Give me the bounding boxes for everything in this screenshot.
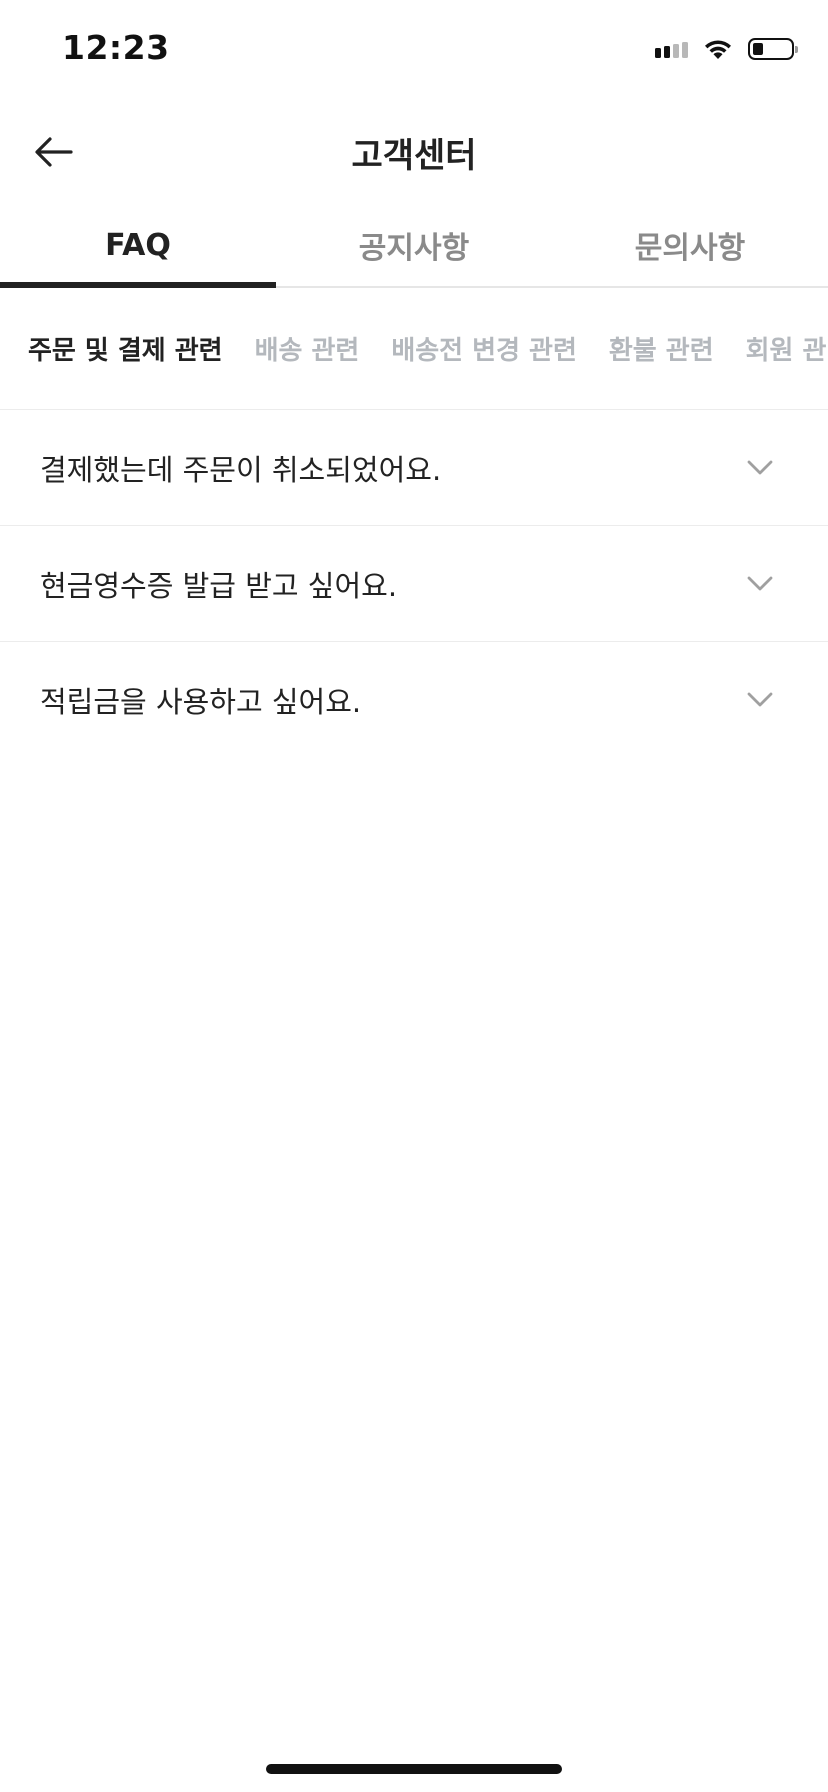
nav-header: 고객센터 xyxy=(0,100,828,204)
tab-inquiry[interactable]: 문의사항 xyxy=(552,204,828,286)
category-member[interactable]: 회원 관련 xyxy=(746,330,828,367)
chevron-down-icon[interactable] xyxy=(746,454,774,482)
category-shipping[interactable]: 배송 관련 xyxy=(255,330,360,367)
category-order-payment[interactable]: 주문 및 결제 관련 xyxy=(28,330,223,367)
faq-question: 결제했는데 주문이 취소되었어요. xyxy=(40,452,442,487)
main-tabs: FAQ 공지사항 문의사항 xyxy=(0,204,828,288)
chevron-down-icon[interactable] xyxy=(746,570,774,598)
wifi-icon xyxy=(705,40,731,59)
tab-notice[interactable]: 공지사항 xyxy=(276,204,552,286)
faq-item[interactable]: 결제했는데 주문이 취소되었어요. xyxy=(0,410,828,526)
faq-item[interactable]: 현금영수증 발급 받고 싶어요. xyxy=(0,526,828,642)
page-title: 고객센터 xyxy=(351,136,477,176)
battery-icon xyxy=(748,38,798,60)
category-pre-shipping-change[interactable]: 배송전 변경 관련 xyxy=(391,330,577,367)
tab-faq[interactable]: FAQ xyxy=(0,204,276,288)
cellular-signal-icon xyxy=(655,40,688,58)
status-bar: 12:23 xyxy=(0,0,828,100)
status-time: 12:23 xyxy=(62,28,170,67)
category-filter-row: 주문 및 결제 관련 배송 관련 배송전 변경 관련 환불 관련 회원 관련 xyxy=(0,288,828,410)
home-indicator[interactable] xyxy=(266,1764,562,1774)
category-refund[interactable]: 환불 관련 xyxy=(609,330,714,367)
faq-question: 현금영수증 발급 받고 싶어요. xyxy=(40,568,398,603)
chevron-down-icon[interactable] xyxy=(746,686,774,714)
faq-item[interactable]: 적립금을 사용하고 싶어요. xyxy=(0,642,828,758)
faq-question: 적립금을 사용하고 싶어요. xyxy=(40,685,362,719)
faq-list: 결제했는데 주문이 취소되었어요. 현금영수증 발급 받고 싶어요. 적립금을 … xyxy=(0,410,828,758)
status-icons xyxy=(655,34,798,64)
